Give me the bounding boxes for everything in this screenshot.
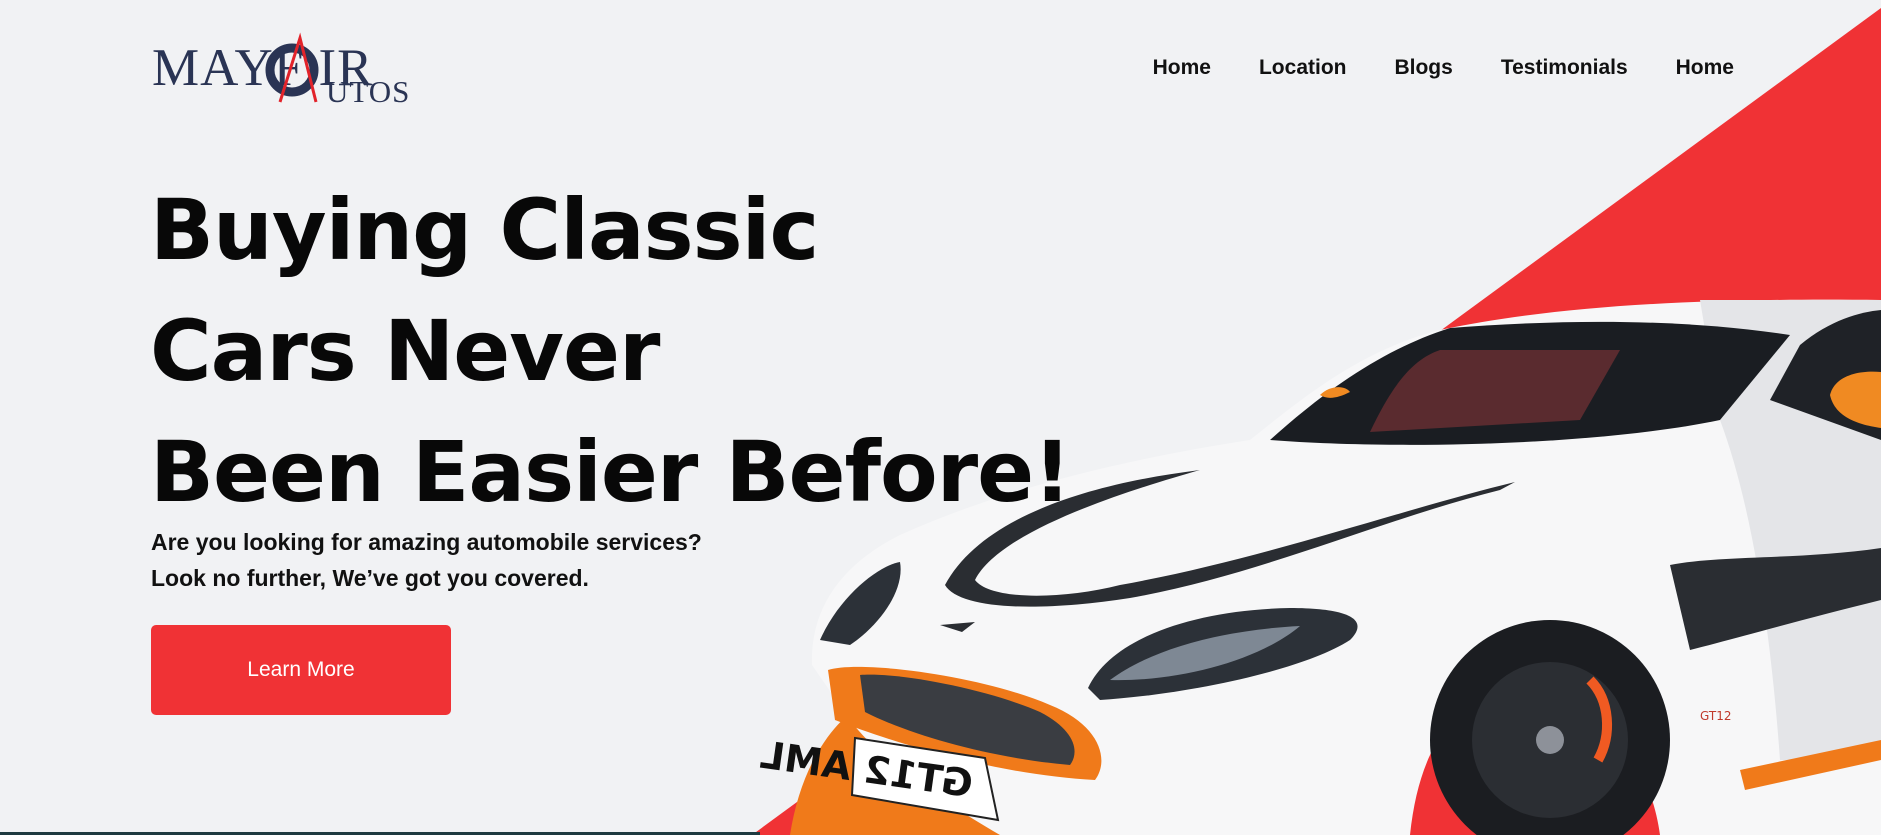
car-badge-text: GT12 (1700, 709, 1731, 723)
logo-emblem-icon (265, 32, 319, 103)
hero-title-line: Been Easier Before! (150, 423, 1071, 521)
nav-testimonials[interactable]: Testimonials (1501, 56, 1628, 80)
logo-word-autos: UTOS (326, 74, 411, 109)
learn-more-button[interactable]: Learn More (151, 625, 451, 715)
hero-subtitle-line: Are you looking for amazing automobile s… (151, 529, 702, 555)
hero-subtitle: Are you looking for amazing automobile s… (151, 524, 702, 596)
main-nav: Home Location Blogs Testimonials Home (1153, 56, 1734, 80)
nav-blogs[interactable]: Blogs (1394, 56, 1452, 80)
hero-title: Buying Classic Cars Never Been Easier Be… (150, 170, 1071, 533)
hero-subtitle-line: Look no further, We’ve got you covered. (151, 565, 589, 591)
nav-location[interactable]: Location (1259, 56, 1347, 80)
nav-home[interactable]: Home (1153, 56, 1211, 80)
hero-title-line: Buying Classic (150, 181, 819, 279)
nav-home-2[interactable]: Home (1676, 56, 1734, 80)
mayfair-autos-logo[interactable]: MAYF IR UTOS (150, 28, 415, 114)
hero-title-line: Cars Never (150, 302, 660, 400)
landing-page: GT12 AML GT12 MAYF IR UTOS Home Location… (0, 0, 1881, 835)
